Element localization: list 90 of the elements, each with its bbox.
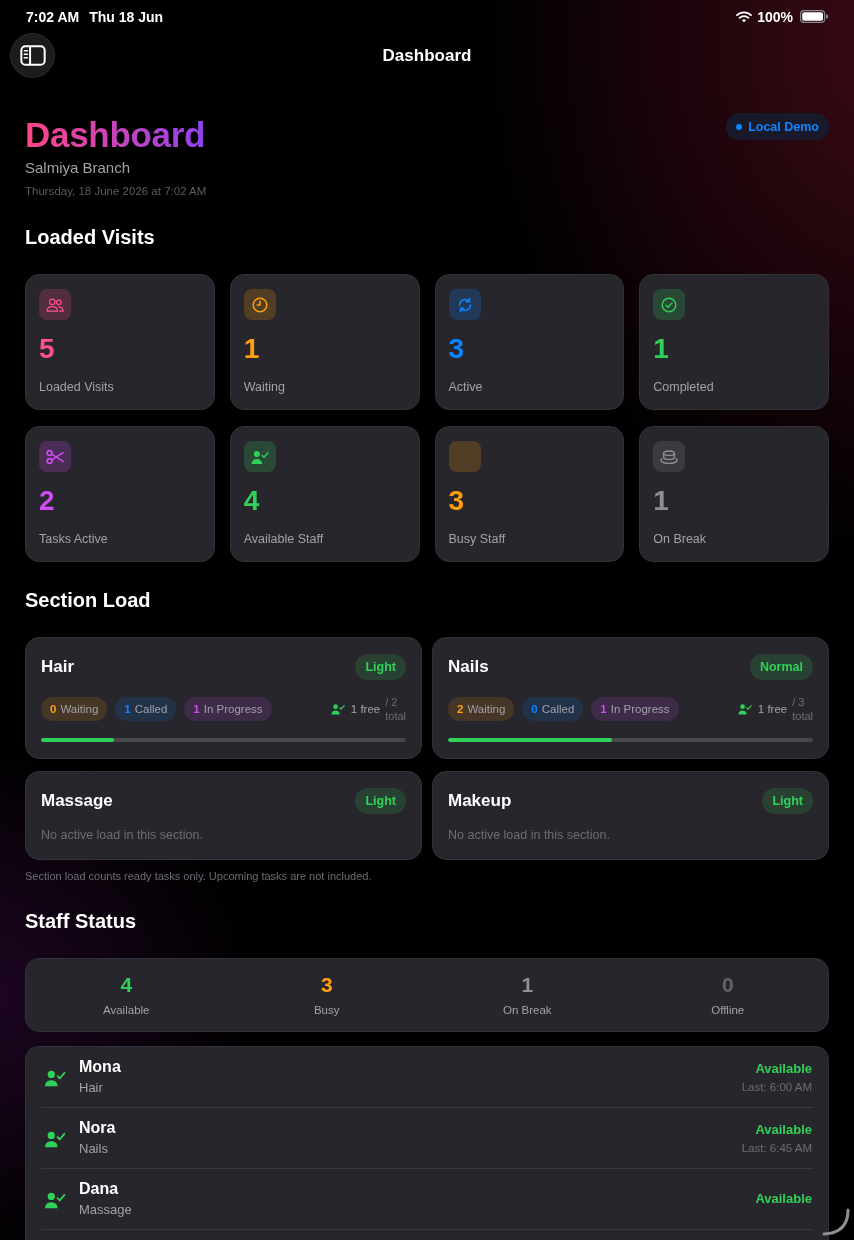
- chip-label: In Progress: [203, 703, 263, 715]
- stat-label: Busy Staff: [448, 531, 506, 547]
- badge-label: Local Demo: [748, 119, 819, 134]
- chip-label: Called: [134, 703, 168, 715]
- stat-value: 2: [39, 485, 55, 517]
- staff-status: Available: [755, 1190, 812, 1208]
- chip-count: 1: [124, 703, 131, 715]
- load-badge: Normal: [749, 654, 813, 680]
- scissors-icon: [39, 441, 71, 472]
- empty-load-message: No active load in this section.: [41, 827, 204, 843]
- section-heading: Loaded Visits: [25, 225, 155, 250]
- status-dot-icon: [736, 123, 743, 130]
- person-check-icon: [737, 703, 752, 715]
- person-check-icon: [44, 1129, 66, 1148]
- staff-name: Dana: [79, 1179, 119, 1199]
- section-heading: Staff Status: [25, 909, 137, 934]
- circular-arrows-icon: [448, 289, 481, 320]
- summary-count: 0: [721, 972, 734, 998]
- resize-handle-icon[interactable]: [822, 1208, 850, 1236]
- total-staff-count: / 3 total: [792, 695, 813, 723]
- person-check-icon: [44, 1190, 66, 1209]
- clock-icon: [243, 289, 276, 320]
- section-name: Massage: [41, 791, 113, 811]
- stat-value: 3: [448, 333, 465, 365]
- summary-label: Available: [103, 1003, 150, 1017]
- staff-status: Available: [755, 1120, 812, 1139]
- total-staff-count: / 2 total: [385, 695, 406, 723]
- chip-count: 1: [193, 703, 200, 715]
- load-badge: Light: [355, 788, 406, 814]
- summary-label: Busy: [313, 1003, 340, 1017]
- section-name: Hair: [41, 657, 75, 677]
- summary-label: On Break: [502, 1003, 552, 1017]
- staff-section: Nails: [79, 1140, 108, 1158]
- chip-label: Waiting: [60, 703, 99, 715]
- person-check-icon: [330, 703, 345, 715]
- section-load-note: Section load counts ready tasks only. Upcoming tasks are not included.: [25, 869, 372, 883]
- person-check-icon: [44, 1068, 66, 1087]
- battery-percentage: 100%: [757, 8, 793, 25]
- load-badge: Light: [355, 654, 406, 680]
- timestamp: Thursday, 18 June 2026 at 7:02 AM: [25, 184, 207, 199]
- cup-icon: [653, 441, 686, 472]
- stat-value: 3: [448, 485, 465, 517]
- section-heading: Section Load: [25, 588, 151, 613]
- staff-status: Available: [755, 1059, 812, 1078]
- chip-count: 2: [457, 703, 464, 715]
- stat-value: 1: [243, 333, 260, 365]
- free-staff-count: 1 free: [350, 703, 381, 715]
- staff-section: Hair: [79, 1079, 103, 1097]
- stat-label: Completed: [653, 379, 714, 395]
- chip-label: Called: [541, 703, 575, 715]
- summary-label: Offline: [711, 1003, 745, 1017]
- blank-tile-icon: [448, 441, 481, 472]
- person-check-icon: [243, 441, 276, 472]
- summary-count: 1: [521, 972, 534, 998]
- branch-name: Salmiya Branch: [25, 158, 131, 178]
- nav-title: Dashboard: [382, 45, 472, 66]
- stat-label: On Break: [653, 531, 707, 547]
- sidebar-toggle-button[interactable]: [10, 33, 55, 78]
- chip-count: 0: [531, 703, 538, 715]
- last-seen-time: Last: 6:00 AM: [741, 1079, 812, 1095]
- battery-icon: [800, 10, 828, 23]
- last-seen-time: Last: 6:45 AM: [741, 1140, 812, 1156]
- stat-label: Loaded Visits: [39, 379, 114, 395]
- staff-section: Massage: [79, 1201, 132, 1219]
- status-date: Thu 18 Jun: [89, 8, 164, 25]
- chip-label: In Progress: [610, 703, 670, 715]
- sidebar-icon: [19, 45, 46, 66]
- section-name: Makeup: [448, 791, 512, 811]
- stat-label: Waiting: [243, 379, 285, 395]
- stat-value: 5: [39, 333, 55, 365]
- load-badge: Light: [762, 788, 813, 814]
- status-time: 7:02 AM: [26, 8, 80, 25]
- stat-value: 1: [653, 485, 669, 517]
- chip-label: Waiting: [467, 703, 506, 715]
- wifi-icon: [736, 10, 753, 23]
- empty-load-message: No active load in this section.: [448, 827, 611, 843]
- section-name: Nails: [448, 657, 489, 677]
- summary-count: 4: [120, 972, 133, 998]
- staff-name: Mona: [79, 1057, 121, 1077]
- stat-label: Active: [448, 379, 483, 395]
- chip-count: 0: [50, 703, 57, 715]
- free-staff-count: 1 free: [757, 703, 788, 715]
- chip-count: 1: [600, 703, 607, 715]
- stat-value: 4: [243, 485, 260, 517]
- summary-count: 3: [320, 972, 333, 998]
- staff-name: Nora: [79, 1118, 116, 1138]
- stat-label: Tasks Active: [39, 531, 108, 547]
- stat-label: Available Staff: [243, 531, 324, 547]
- stat-value: 1: [653, 333, 669, 365]
- people-icon: [39, 289, 71, 320]
